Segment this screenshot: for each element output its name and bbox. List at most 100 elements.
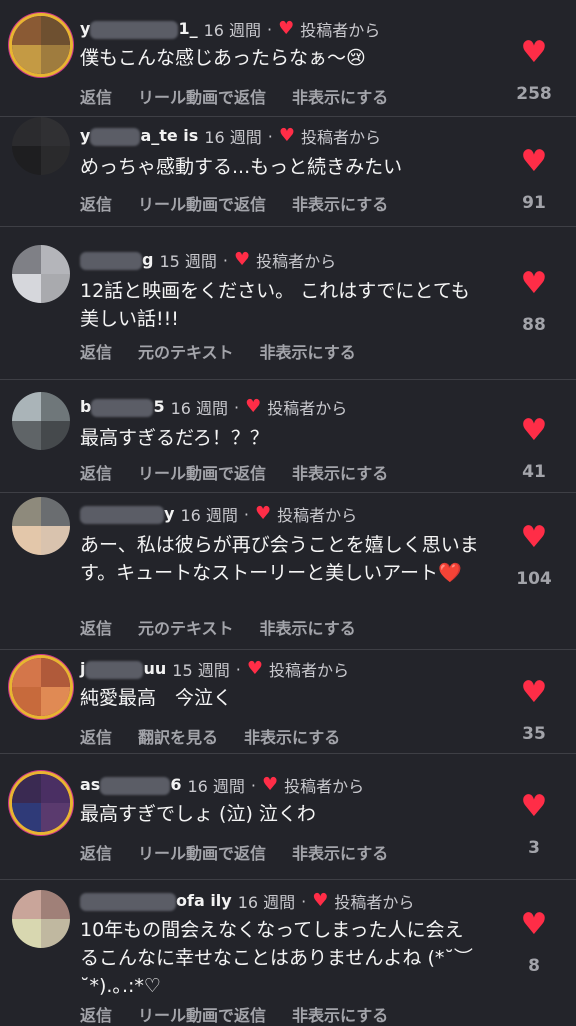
username[interactable]: j uu bbox=[80, 659, 166, 679]
comment-time: 15 週間 bbox=[159, 252, 217, 271]
avatar-tile bbox=[12, 497, 41, 526]
username[interactable]: ofa ily bbox=[80, 891, 232, 911]
like-control[interactable]: ♥ 35 bbox=[504, 678, 564, 745]
reply-button[interactable]: 返信 bbox=[80, 339, 112, 363]
hide-button[interactable]: 非表示にする bbox=[292, 840, 388, 864]
like-control[interactable]: ♥ 3 bbox=[504, 792, 564, 859]
like-control[interactable]: ♥ 88 bbox=[504, 269, 564, 336]
avatar-tile bbox=[12, 392, 41, 421]
heart-icon: ♥ bbox=[246, 658, 263, 679]
like-control[interactable]: ♥ 91 bbox=[504, 147, 564, 214]
reply-with-reel-button[interactable]: リール動画で返信 bbox=[138, 1002, 266, 1026]
avatar[interactable] bbox=[12, 16, 70, 74]
avatar-tile bbox=[12, 117, 41, 146]
comment-time: 16 週間 bbox=[237, 893, 296, 912]
like-control[interactable]: ♥ 8 bbox=[504, 910, 564, 977]
separator-dot: · bbox=[234, 397, 240, 417]
reply-with-reel-button[interactable]: リール動画で返信 bbox=[138, 460, 266, 484]
avatar-tile bbox=[41, 526, 70, 555]
reply-button[interactable]: 返信 bbox=[80, 724, 112, 748]
comment-header: j uu 15 週間 · ♥ 投稿者から bbox=[80, 656, 349, 682]
like-control[interactable]: ♥ 104 bbox=[504, 523, 564, 590]
comment-text: あー、私は彼らが再び会うことを嬉しく思います。キュートなストーリーと美しいアート… bbox=[80, 534, 479, 584]
avatar[interactable] bbox=[12, 890, 70, 948]
comment-item: ofa ily 16 週間 · ♥ 投稿者から 10年もの間会えなくなってしまった… bbox=[0, 880, 576, 1026]
reply-button[interactable]: 返信 bbox=[80, 460, 112, 484]
avatar[interactable] bbox=[12, 774, 70, 832]
original-text-button[interactable]: 元のテキスト bbox=[138, 339, 234, 363]
like-heart-icon[interactable]: ♥ bbox=[504, 678, 564, 708]
heart-icon: ♥ bbox=[312, 890, 329, 911]
reply-button[interactable]: 返信 bbox=[80, 840, 112, 864]
like-control[interactable]: ♥ 258 bbox=[504, 38, 564, 105]
reply-button[interactable]: 返信 bbox=[80, 191, 112, 215]
avatar-tile bbox=[41, 45, 70, 74]
comment-time: 16 週間 bbox=[204, 128, 262, 147]
author-badge: 投稿者から bbox=[301, 128, 382, 147]
hide-button[interactable]: 非表示にする bbox=[292, 460, 388, 484]
comment-actions: 返信 リール動画で返信 非表示にする bbox=[80, 191, 388, 215]
reply-with-reel-button[interactable]: リール動画で返信 bbox=[138, 191, 266, 215]
separator-dot: · bbox=[267, 19, 273, 39]
comments-screen: { "comments": [ {"username_start":"y","u… bbox=[0, 0, 576, 1026]
comment-header: as 6 16 週間 · ♥ 投稿者から bbox=[80, 772, 364, 798]
avatar-tile bbox=[41, 774, 70, 803]
hide-button[interactable]: 非表示にする bbox=[244, 724, 340, 748]
like-heart-icon[interactable]: ♥ bbox=[504, 38, 564, 68]
username-end: ofa ily bbox=[176, 891, 232, 911]
reply-with-reel-button[interactable]: リール動画で返信 bbox=[138, 84, 266, 108]
hide-button[interactable]: 非表示にする bbox=[292, 191, 388, 215]
username[interactable]: y bbox=[80, 504, 174, 524]
comment-header: y a_te is 16 週間 · ♥ 投稿者から bbox=[80, 123, 381, 149]
avatar-tile bbox=[12, 421, 41, 450]
username[interactable]: y a_te is bbox=[80, 126, 198, 146]
avatar-tile bbox=[12, 45, 41, 74]
reply-button[interactable]: 返信 bbox=[80, 615, 112, 639]
hide-button[interactable]: 非表示にする bbox=[260, 615, 356, 639]
username-blur bbox=[100, 776, 171, 795]
hide-button[interactable]: 非表示にする bbox=[260, 339, 356, 363]
like-heart-icon[interactable]: ♥ bbox=[504, 147, 564, 177]
username[interactable]: as 6 bbox=[80, 775, 181, 795]
username[interactable]: b5 bbox=[80, 397, 165, 417]
reply-with-reel-button[interactable]: リール動画で返信 bbox=[138, 840, 266, 864]
comment-text: 純愛最高 今泣く bbox=[80, 687, 233, 709]
avatar[interactable] bbox=[12, 497, 70, 555]
comment-item: y 1_ 16 週間 · ♥ 投稿者から 僕もこんな感じあったらなぁ〜😢 返信 リー… bbox=[0, 0, 576, 117]
comment-text: 最高すぎでしょ (泣) 泣くわ bbox=[80, 803, 316, 825]
username[interactable]: y 1_ bbox=[80, 19, 198, 39]
avatar[interactable] bbox=[12, 117, 70, 175]
like-heart-icon[interactable]: ♥ bbox=[504, 269, 564, 299]
username[interactable]: g bbox=[80, 250, 153, 270]
avatar[interactable] bbox=[12, 658, 70, 716]
hide-button[interactable]: 非表示にする bbox=[292, 1002, 388, 1026]
comment-actions: 返信 元のテキスト 非表示にする bbox=[80, 615, 356, 639]
comment-header: g 15 週間 · ♥ 投稿者から bbox=[80, 247, 336, 273]
like-heart-icon[interactable]: ♥ bbox=[504, 792, 564, 822]
avatar-tile bbox=[12, 774, 41, 803]
comment-time: 16 週間 bbox=[180, 506, 238, 525]
hide-button[interactable]: 非表示にする bbox=[292, 84, 388, 108]
separator-dot: · bbox=[301, 891, 307, 911]
heart-icon: ♥ bbox=[262, 774, 279, 795]
see-translation-button[interactable]: 翻訳を見る bbox=[138, 724, 218, 748]
separator-dot: · bbox=[267, 126, 273, 146]
separator-dot: · bbox=[243, 504, 249, 524]
username-start: as bbox=[80, 775, 101, 795]
separator-dot: · bbox=[235, 659, 241, 679]
like-heart-icon[interactable]: ♥ bbox=[504, 523, 564, 553]
author-badge: 投稿者から bbox=[267, 399, 348, 418]
like-heart-icon[interactable]: ♥ bbox=[504, 910, 564, 940]
reply-button[interactable]: 返信 bbox=[80, 1002, 112, 1026]
original-text-button[interactable]: 元のテキスト bbox=[138, 615, 234, 639]
comment-text: 最高すぎるだろ！？？ bbox=[80, 427, 269, 449]
avatar-tile bbox=[41, 497, 70, 526]
like-heart-icon[interactable]: ♥ bbox=[504, 416, 564, 446]
reply-button[interactable]: 返信 bbox=[80, 84, 112, 108]
comment-header: y 16 週間 · ♥ 投稿者から bbox=[80, 501, 357, 527]
avatar[interactable] bbox=[12, 245, 70, 303]
comment-item: as 6 16 週間 · ♥ 投稿者から 最高すぎでしょ (泣) 泣くわ 返信 リー… bbox=[0, 754, 576, 880]
like-control[interactable]: ♥ 41 bbox=[504, 416, 564, 483]
avatar[interactable] bbox=[12, 392, 70, 450]
avatar-tile bbox=[41, 392, 70, 421]
